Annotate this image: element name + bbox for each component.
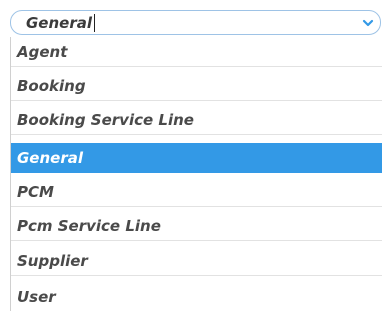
chevron-down-icon[interactable]: [362, 18, 374, 28]
option-pcm[interactable]: PCM: [11, 177, 382, 207]
option-booking[interactable]: Booking: [11, 71, 382, 101]
option-user[interactable]: User: [11, 282, 382, 311]
option-booking-service-line[interactable]: Booking Service Line: [11, 105, 382, 135]
option-pcm-service-line[interactable]: Pcm Service Line: [11, 211, 382, 241]
option-agent[interactable]: Agent: [11, 37, 382, 67]
option-general[interactable]: General: [11, 143, 382, 173]
dropdown-list: Agent Booking Booking Service Line Gener…: [10, 37, 382, 311]
option-supplier[interactable]: Supplier: [11, 246, 382, 276]
category-select[interactable]: General: [10, 10, 381, 35]
text-caret: [94, 14, 95, 32]
select-value-input[interactable]: General: [26, 14, 92, 32]
